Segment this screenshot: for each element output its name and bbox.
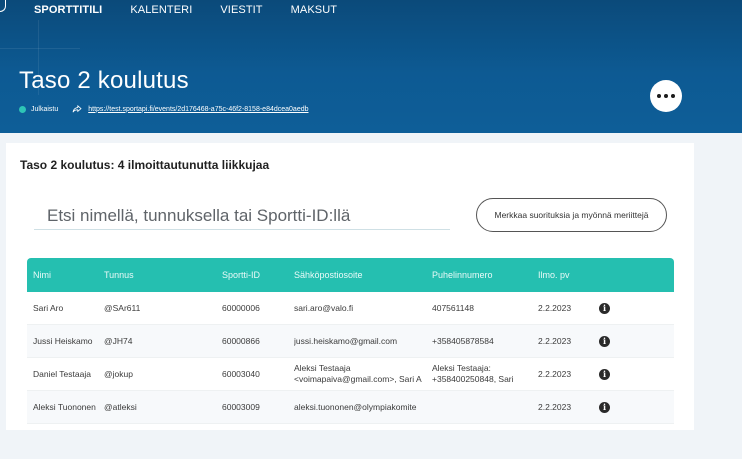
nav-viestit[interactable]: VIESTIT [220,4,262,16]
column-header-ilmo-pv[interactable]: Ilmo. pv [538,258,588,292]
cell-email-line: Aleksi Testaaja [294,363,351,373]
cell-sportti-id: 60003009 [222,402,260,412]
info-icon[interactable]: i [599,336,610,347]
share-arrow-icon [72,105,82,113]
event-header: SPORTTITILI KALENTERI VIESTIT MAKSUT Tas… [0,0,742,133]
nav-maksut[interactable]: MAKSUT [291,4,337,16]
cell-tunnus: @jokup [104,369,133,379]
cell-ilmo-pv: 2.2.2023 [538,336,572,346]
nav-kalenteri[interactable]: KALENTERI [130,4,192,16]
page-title: Taso 2 koulutus [19,67,189,94]
event-meta: Julkaistu https://test.sportapi.fi/event… [19,105,309,113]
cell-phone: +358405878584 [432,336,494,346]
cell-sportti-id: 60000006 [222,303,260,313]
participants-table: Nimi Tunnus Sportti-ID Sähköpostiosoite … [27,258,674,424]
event-url-link[interactable]: https://test.sportapi.fi/events/2d176468… [88,106,308,113]
participants-heading: Taso 2 koulutus: 4 ilmoittautunutta liik… [20,158,270,172]
cell-nimi: Jussi Heiskamo [33,336,93,346]
table-row[interactable]: Sari Aro @SAr611 60000006 sari.aro@valo.… [27,292,674,325]
column-header-phone[interactable]: Puhelinnumero [432,258,525,292]
table-header: Nimi Tunnus Sportti-ID Sähköpostiosoite … [27,258,674,292]
cell-sportti-id: 60000866 [222,336,260,346]
table-row[interactable]: Aleksi Tuononen @atleksi 60003009 aleksi… [27,391,674,424]
status-dot-icon [19,105,26,113]
more-horizontal-icon [657,94,661,98]
cell-phone-line: +358400250848, Sari [432,374,514,384]
cell-ilmo-pv: 2.2.2023 [538,402,572,412]
cell-email-line: <voimapaiva@gmail.com>, Sari A [294,374,422,384]
cell-phone: Aleksi Testaaja: +358400250848, Sari [432,363,525,385]
cell-tunnus: @JH74 [104,336,133,346]
column-header-email[interactable]: Sähköpostiosoite [294,258,427,292]
mark-achievements-button[interactable]: Merkkaa suorituksia ja myönnä meriittejä [476,198,667,232]
cell-ilmo-pv: 2.2.2023 [538,369,572,379]
cell-email: sari.aro@valo.fi [294,303,354,313]
cell-tunnus: @atleksi [104,402,137,412]
cell-email: aleksi.tuononen@olympiakomite [294,402,417,412]
cell-phone: 407561148 [432,303,474,313]
cell-nimi: Daniel Testaaja [33,369,91,379]
cell-nimi: Aleksi Tuononen [33,402,96,412]
logo-fragment-icon [0,0,6,12]
participants-card: Taso 2 koulutus: 4 ilmoittautunutta liik… [6,143,694,430]
column-header-tunnus[interactable]: Tunnus [104,258,184,292]
cell-sportti-id: 60003040 [222,369,260,379]
cell-phone-line: Aleksi Testaaja: [432,363,491,373]
cell-email: Aleksi Testaaja <voimapaiva@gmail.com>, … [294,363,427,385]
column-header-nimi[interactable]: Nimi [33,258,111,292]
table-row[interactable]: Jussi Heiskamo @JH74 60000866 jussi.heis… [27,325,674,358]
cell-ilmo-pv: 2.2.2023 [538,303,572,313]
column-header-sportti-id[interactable]: Sportti-ID [222,258,282,292]
info-icon[interactable]: i [599,402,610,413]
top-nav: SPORTTITILI KALENTERI VIESTIT MAKSUT [34,4,365,16]
cell-nimi: Sari Aro [33,303,64,313]
more-options-button[interactable] [650,80,682,112]
info-icon[interactable]: i [599,369,610,380]
search-input[interactable] [34,203,450,230]
nav-sporttitili[interactable]: SPORTTITILI [34,4,102,16]
cell-tunnus: @SAr611 [104,303,141,313]
table-row[interactable]: Daniel Testaaja @jokup 60003040 Aleksi T… [27,358,674,391]
info-icon[interactable]: i [599,303,610,314]
status-label: Julkaistu [31,105,59,113]
cell-email: jussi.heiskamo@gmail.com [294,336,398,346]
